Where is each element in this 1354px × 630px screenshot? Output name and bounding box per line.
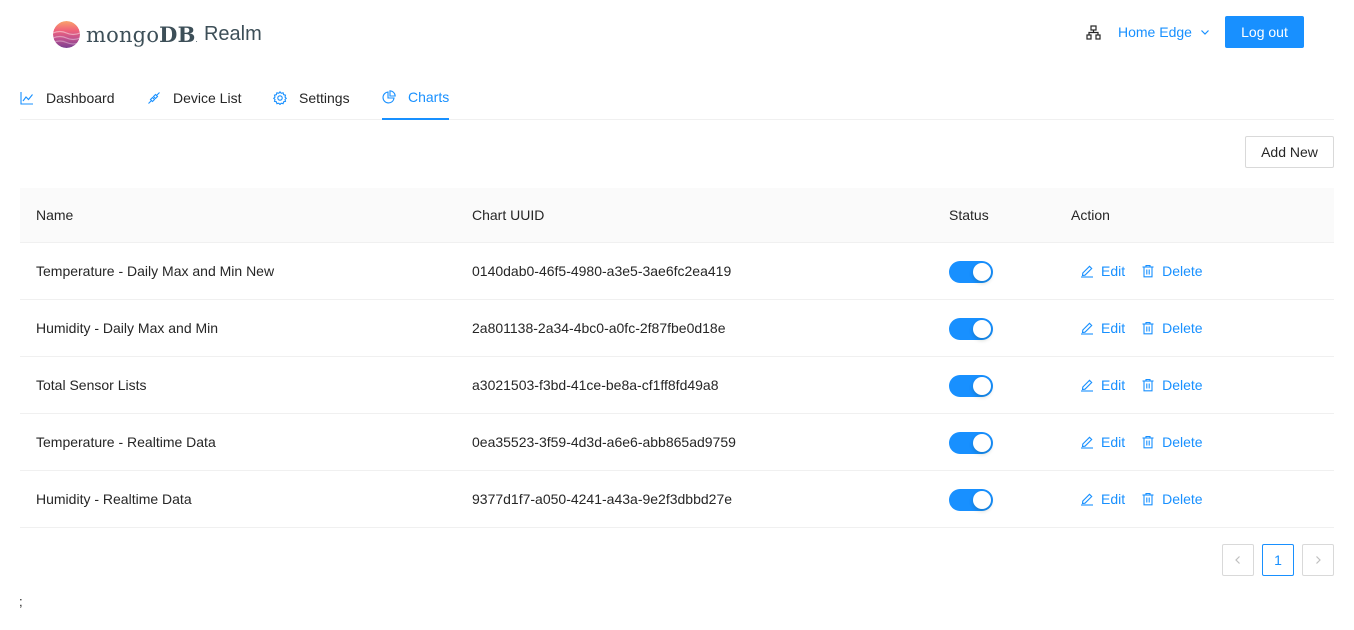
edit-button[interactable]: Edit xyxy=(1080,434,1125,450)
column-header-action: Action xyxy=(1071,207,1110,223)
tenant-label: Home Edge xyxy=(1118,24,1192,40)
chart-uuid-cell: 2a801138-2a34-4bc0-a0fc-2f87fbe0d18e xyxy=(472,320,726,336)
pagination-prev-button[interactable] xyxy=(1222,544,1254,576)
edit-icon xyxy=(1081,265,1093,278)
chart-uuid-cell: 0ea35523-3f59-4d3d-a6e6-abb865ad9759 xyxy=(472,434,736,450)
edit-button[interactable]: Edit xyxy=(1080,377,1125,393)
gear-icon xyxy=(273,91,287,105)
cluster-icon xyxy=(1086,24,1101,40)
tab-device-list-label: Device List xyxy=(173,90,242,106)
realm-logo-mark-icon xyxy=(53,20,80,48)
delete-button[interactable]: Delete xyxy=(1141,263,1203,279)
tenant-dropdown[interactable]: Home Edge xyxy=(1086,22,1210,42)
table-header: Name Chart UUID Status Action xyxy=(20,188,1334,243)
delete-label: Delete xyxy=(1162,263,1203,279)
delete-label: Delete xyxy=(1162,491,1203,507)
delete-label: Delete xyxy=(1162,434,1203,450)
table-row: Temperature - Daily Max and Min New 0140d… xyxy=(20,243,1334,300)
tab-dashboard-label: Dashboard xyxy=(46,90,115,106)
chart-name-cell: Temperature - Realtime Data xyxy=(36,434,216,450)
status-toggle-knob xyxy=(973,263,991,281)
delete-button[interactable]: Delete xyxy=(1141,377,1203,393)
app-header: mongoDB. Realm Home Edge Log out xyxy=(0,0,1354,64)
row-actions: Edit Delete xyxy=(1080,357,1203,413)
delete-button[interactable]: Delete xyxy=(1141,491,1203,507)
row-actions: Edit Delete xyxy=(1080,414,1203,470)
delete-button[interactable]: Delete xyxy=(1141,320,1203,336)
api-icon xyxy=(148,92,160,104)
delete-button[interactable]: Delete xyxy=(1141,434,1203,450)
stray-text: ; xyxy=(19,594,23,609)
line-chart-icon xyxy=(20,92,33,105)
trash-icon xyxy=(1142,492,1154,506)
edit-label: Edit xyxy=(1101,491,1126,507)
status-toggle-knob xyxy=(973,491,991,509)
edit-button[interactable]: Edit xyxy=(1080,491,1125,507)
status-toggle[interactable] xyxy=(949,318,993,340)
table-body: Temperature - Daily Max and Min New 0140d… xyxy=(20,243,1334,528)
column-header-status: Status xyxy=(949,207,989,223)
edit-label: Edit xyxy=(1101,434,1126,450)
trash-icon xyxy=(1142,435,1154,449)
logo-product-name: Realm xyxy=(203,22,262,45)
logo-wordmark: mongoDB. xyxy=(86,21,198,47)
chart-name-cell: Temperature - Daily Max and Min New xyxy=(36,263,275,279)
edit-label: Edit xyxy=(1101,263,1126,279)
tab-charts[interactable]: Charts xyxy=(382,76,450,120)
status-toggle-knob xyxy=(973,377,991,395)
edit-icon xyxy=(1081,493,1093,506)
edit-icon xyxy=(1081,322,1093,335)
chart-uuid-cell: 0140dab0-46f5-4980-a3e5-3ae6fc2ea419 xyxy=(472,263,732,279)
chart-uuid-cell: 9377d1f7-a050-4241-a43a-9e2f3dbbd27e xyxy=(472,491,733,507)
chart-uuid-cell: a3021503-f3bd-41ce-be8a-cf1ff8fd49a8 xyxy=(472,377,719,393)
trash-icon xyxy=(1142,264,1154,278)
table-row: Total Sensor Lists a3021503-f3bd-41ce-be8… xyxy=(20,357,1334,414)
column-header-chart-uuid: Chart UUID xyxy=(472,207,545,223)
delete-label: Delete xyxy=(1162,377,1203,393)
chevron-down-icon xyxy=(1201,30,1209,35)
delete-label: Delete xyxy=(1162,320,1203,336)
chevron-left-icon xyxy=(1235,556,1240,564)
tab-charts-label: Charts xyxy=(408,89,450,105)
tab-device-list[interactable]: Device List xyxy=(147,76,241,120)
edit-button[interactable]: Edit xyxy=(1080,320,1125,336)
chart-name-cell: Humidity - Daily Max and Min xyxy=(36,320,219,336)
status-toggle[interactable] xyxy=(949,489,993,511)
table-row: Temperature - Realtime Data 0ea35523-3f59… xyxy=(20,414,1334,471)
status-toggle-knob xyxy=(973,320,991,338)
chart-name-cell: Total Sensor Lists xyxy=(36,377,147,393)
edit-button[interactable]: Edit xyxy=(1080,263,1125,279)
row-actions: Edit Delete xyxy=(1080,471,1203,527)
edit-label: Edit xyxy=(1101,377,1126,393)
tab-settings[interactable]: Settings xyxy=(273,76,350,120)
trash-icon xyxy=(1142,378,1154,392)
chart-name-cell: Humidity - Realtime Data xyxy=(36,491,192,507)
pie-chart-icon xyxy=(382,90,396,104)
main-tabs: Dashboard Device List Settings Charts xyxy=(20,76,1334,120)
add-new-button[interactable]: Add New xyxy=(1245,136,1334,168)
row-actions: Edit Delete xyxy=(1080,300,1203,356)
edit-label: Edit xyxy=(1101,320,1126,336)
status-toggle[interactable] xyxy=(949,375,993,397)
edit-icon xyxy=(1081,436,1093,449)
tab-settings-label: Settings xyxy=(299,90,350,106)
charts-table: Name Chart UUID Status Action Temperatur… xyxy=(20,188,1334,528)
status-toggle[interactable] xyxy=(949,432,993,454)
trash-icon xyxy=(1142,321,1154,335)
pagination-page-1[interactable]: 1 xyxy=(1262,544,1294,576)
row-actions: Edit Delete xyxy=(1080,243,1203,299)
column-header-name: Name xyxy=(36,207,74,223)
edit-icon xyxy=(1081,379,1093,392)
status-toggle[interactable] xyxy=(949,261,993,283)
table-row: Humidity - Realtime Data 9377d1f7-a050-42… xyxy=(20,471,1334,528)
pagination-next-button[interactable] xyxy=(1302,544,1334,576)
table-row: Humidity - Daily Max and Min 2a801138-2a3… xyxy=(20,300,1334,357)
logout-button[interactable]: Log out xyxy=(1225,16,1304,48)
status-toggle-knob xyxy=(973,434,991,452)
mongodb-realm-logo[interactable]: mongoDB. Realm xyxy=(53,19,262,49)
tab-dashboard[interactable]: Dashboard xyxy=(20,76,115,120)
chevron-right-icon xyxy=(1316,556,1321,564)
